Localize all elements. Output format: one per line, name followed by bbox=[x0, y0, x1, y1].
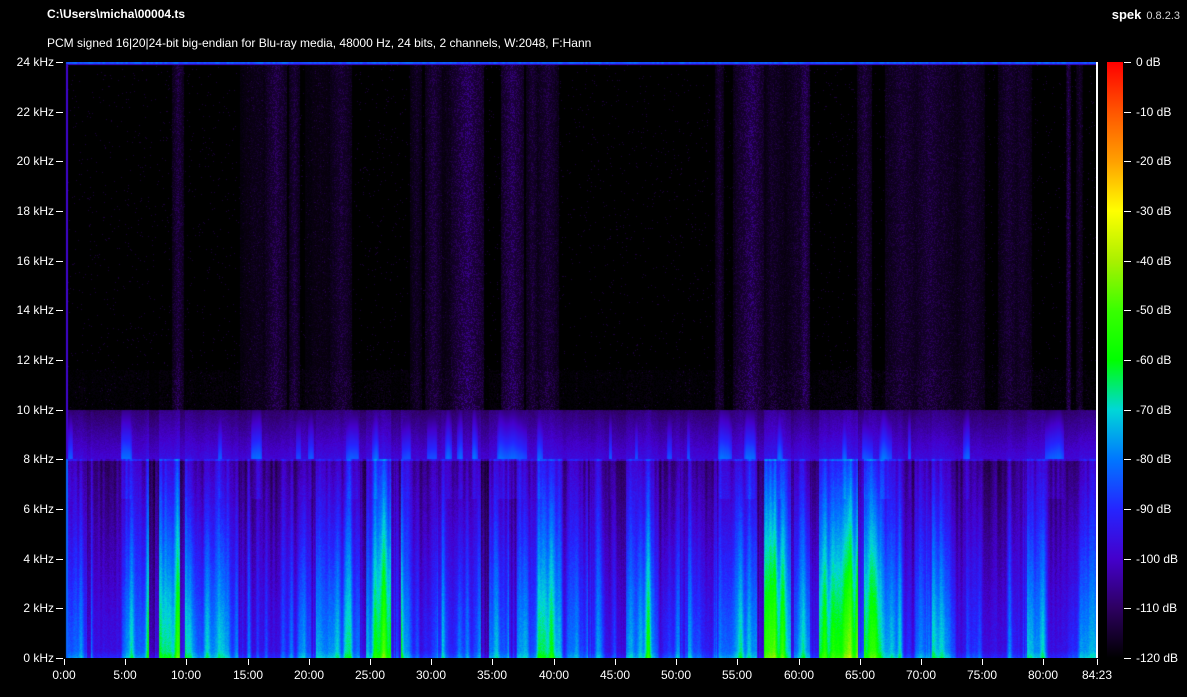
db-tick-mark bbox=[1124, 608, 1131, 609]
time-tick-mark bbox=[125, 659, 126, 665]
app-brand: spek 0.8.2.3 bbox=[1112, 7, 1180, 22]
plot-right-border bbox=[1096, 62, 1098, 658]
frequency-tick-mark bbox=[56, 509, 63, 510]
time-tick-mark bbox=[554, 659, 555, 665]
time-tick-label: 35:00 bbox=[476, 668, 508, 682]
frequency-tick-label: 20 kHz bbox=[16, 154, 54, 168]
db-tick-label: -70 dB bbox=[1136, 403, 1172, 417]
time-tick-label: 50:00 bbox=[660, 668, 692, 682]
time-tick-mark bbox=[1043, 659, 1044, 665]
db-tick-mark bbox=[1124, 658, 1131, 659]
db-tick-mark bbox=[1124, 211, 1131, 212]
time-tick-mark bbox=[799, 659, 800, 665]
frequency-tick-mark bbox=[56, 410, 63, 411]
db-tick-mark bbox=[1124, 62, 1131, 63]
frequency-tick-mark bbox=[56, 459, 63, 460]
frequency-tick-mark bbox=[56, 261, 63, 262]
frequency-tick-label: 22 kHz bbox=[16, 105, 54, 119]
frequency-tick-label: 0 kHz bbox=[23, 651, 54, 665]
frequency-tick-mark bbox=[56, 310, 63, 311]
db-tick-mark bbox=[1124, 410, 1131, 411]
time-tick-label: 25:00 bbox=[354, 668, 386, 682]
time-tick-label: 60:00 bbox=[783, 668, 815, 682]
frequency-tick-label: 16 kHz bbox=[16, 254, 54, 268]
db-tick-label: -80 dB bbox=[1136, 452, 1172, 466]
time-tick-label: 45:00 bbox=[599, 668, 631, 682]
db-tick-label: -100 dB bbox=[1136, 552, 1179, 566]
time-tick-mark bbox=[492, 659, 493, 665]
db-gradient-bar bbox=[1107, 62, 1123, 658]
time-tick-label: 84:23 bbox=[1081, 668, 1113, 682]
db-tick-mark bbox=[1124, 261, 1131, 262]
db-tick-label: -60 dB bbox=[1136, 353, 1172, 367]
time-tick-mark bbox=[860, 659, 861, 665]
spek-window: { "window": { "title": "C:\\Users\\micha… bbox=[0, 0, 1187, 697]
time-tick-label: 40:00 bbox=[538, 668, 570, 682]
db-tick-mark bbox=[1124, 161, 1131, 162]
frequency-tick-mark bbox=[56, 658, 63, 659]
time-tick-mark bbox=[186, 659, 187, 665]
db-tick-mark bbox=[1124, 360, 1131, 361]
time-tick-label: 70:00 bbox=[905, 668, 937, 682]
db-tick-label: -50 dB bbox=[1136, 303, 1172, 317]
audio-format-description: PCM signed 16|20|24-bit big-endian for B… bbox=[47, 36, 592, 50]
time-tick-mark bbox=[982, 659, 983, 665]
frequency-tick-mark bbox=[56, 559, 63, 560]
frequency-tick-mark bbox=[56, 360, 63, 361]
time-tick-label: 75:00 bbox=[966, 668, 998, 682]
time-tick-mark bbox=[64, 659, 65, 665]
time-tick-label: 10:00 bbox=[170, 668, 202, 682]
db-tick-label: -30 dB bbox=[1136, 204, 1172, 218]
time-tick-mark bbox=[309, 659, 310, 665]
time-tick-label: 15:00 bbox=[232, 668, 264, 682]
frequency-tick-mark bbox=[56, 62, 63, 63]
frequency-tick-label: 24 kHz bbox=[16, 55, 54, 69]
db-tick-mark bbox=[1124, 112, 1131, 113]
file-path-title: C:\Users\micha\00004.ts bbox=[47, 7, 186, 21]
time-tick-mark bbox=[1097, 659, 1098, 665]
time-tick-mark bbox=[370, 659, 371, 665]
app-logo-text: spek bbox=[1111, 7, 1142, 22]
frequency-tick-label: 6 kHz bbox=[23, 502, 54, 516]
time-tick-label: 55:00 bbox=[721, 668, 753, 682]
time-tick-mark bbox=[737, 659, 738, 665]
db-tick-mark bbox=[1124, 310, 1131, 311]
time-tick-label: 5:00 bbox=[113, 668, 137, 682]
frequency-tick-label: 18 kHz bbox=[16, 204, 54, 218]
time-tick-mark bbox=[431, 659, 432, 665]
frequency-tick-mark bbox=[56, 112, 63, 113]
time-tick-mark bbox=[615, 659, 616, 665]
db-tick-label: -10 dB bbox=[1136, 105, 1172, 119]
db-tick-label: 0 dB bbox=[1136, 55, 1161, 69]
time-tick-label: 65:00 bbox=[844, 668, 876, 682]
frequency-tick-label: 10 kHz bbox=[16, 403, 54, 417]
frequency-tick-label: 12 kHz bbox=[16, 353, 54, 367]
time-tick-label: 20:00 bbox=[293, 668, 325, 682]
db-tick-mark bbox=[1124, 509, 1131, 510]
spectrogram-plot bbox=[64, 62, 1097, 658]
frequency-tick-label: 8 kHz bbox=[23, 452, 54, 466]
app-version-text: 0.8.2.3 bbox=[1146, 10, 1180, 22]
spectrogram-canvas bbox=[64, 62, 1097, 658]
db-tick-label: -120 dB bbox=[1136, 651, 1179, 665]
db-tick-mark bbox=[1124, 559, 1131, 560]
db-tick-label: -110 dB bbox=[1136, 601, 1178, 615]
db-tick-label: -90 dB bbox=[1136, 502, 1172, 516]
db-tick-mark bbox=[1124, 459, 1131, 460]
db-tick-label: -40 dB bbox=[1136, 254, 1172, 268]
time-tick-mark bbox=[676, 659, 677, 665]
frequency-tick-label: 2 kHz bbox=[23, 601, 54, 615]
time-tick-mark bbox=[248, 659, 249, 665]
frequency-tick-label: 4 kHz bbox=[23, 552, 54, 566]
time-tick-label: 30:00 bbox=[415, 668, 447, 682]
db-tick-label: -20 dB bbox=[1136, 154, 1172, 168]
time-tick-mark bbox=[921, 659, 922, 665]
frequency-tick-mark bbox=[56, 161, 63, 162]
frequency-tick-mark bbox=[56, 211, 63, 212]
frequency-tick-label: 14 kHz bbox=[16, 303, 54, 317]
frequency-tick-mark bbox=[56, 608, 63, 609]
time-tick-label: 0:00 bbox=[52, 668, 76, 682]
